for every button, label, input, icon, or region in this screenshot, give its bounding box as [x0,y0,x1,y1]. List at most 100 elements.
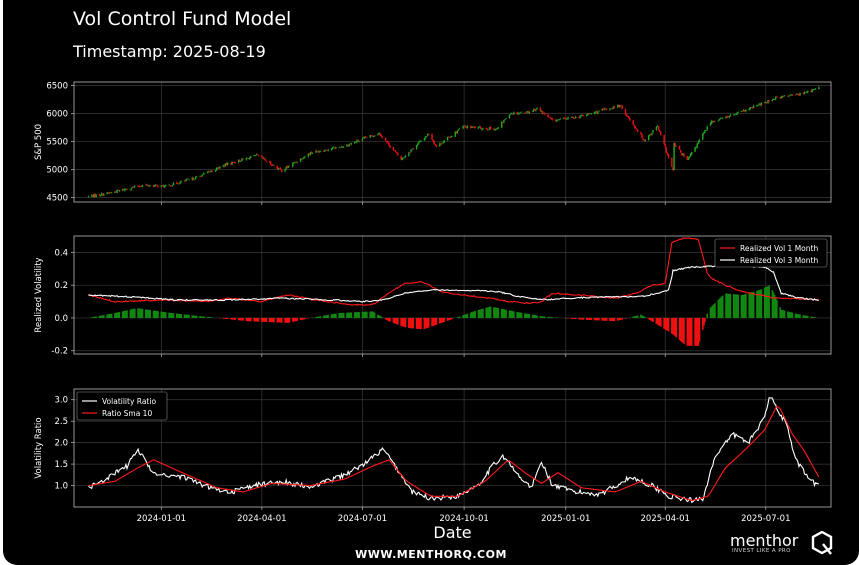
candle-body [705,130,707,131]
vol-diff-bar [296,317,299,321]
candle-body [776,96,778,98]
vol-diff-bar [714,303,716,318]
legend: Volatility Ratio Ratio Sma 10 [76,391,168,421]
y-tick-label: 1.5 [54,460,68,470]
candlestick [702,133,704,141]
candlestick [678,145,681,150]
candlestick [194,175,197,180]
candle-body [153,185,156,187]
candlestick [503,119,505,124]
candle-body [664,143,666,148]
candlestick [474,126,476,129]
y-tick-label: 5500 [46,137,68,147]
candle-body [728,115,731,118]
candle-body [494,129,496,131]
y-tick-label: -0.2 [51,347,68,357]
candlestick [575,115,577,119]
candle-body [441,143,443,145]
candle-body [771,99,774,102]
candlestick [752,104,755,109]
candle-body [531,111,534,112]
legend-entry: Ratio Sma 10 [102,409,152,418]
candlestick [520,111,523,113]
candle-body [168,184,170,186]
candlestick [673,142,675,171]
candle-body [208,171,210,172]
candle-body [513,112,515,115]
candle-body [270,161,272,165]
vol-diff-bar [474,311,476,318]
candle-body [582,115,585,117]
candlestick [671,157,673,167]
candle-body [130,188,133,190]
candle-body [539,107,542,112]
candlestick [619,104,621,109]
candlestick [497,126,500,129]
candle-body [640,132,642,135]
candle-body [257,154,260,156]
candle-body [193,179,196,181]
vol-diff-bar [698,317,701,342]
candle-body [292,162,294,167]
vol-diff-bar [721,295,724,318]
candle-body [209,171,211,173]
candle-body [433,141,435,145]
vol-diff-bar [613,317,616,322]
candle-body [519,112,522,114]
candle-body [794,94,797,96]
candle-body [87,196,90,197]
candle-body [370,135,372,136]
candle-body [629,117,631,121]
candle-body [172,182,175,186]
candle-body [655,127,658,130]
candle-body [194,177,197,180]
candle-body [525,113,527,114]
vol-diff-bar [342,312,345,318]
candle-body [312,152,314,154]
vol-diff-bar [133,308,136,318]
candlestick [157,185,159,188]
logo-tagline: INVEST LIKE A PRO [732,548,791,554]
candlestick [629,117,631,122]
candle-body [361,138,364,141]
candle-body [818,87,820,90]
candle-body [171,185,174,187]
vol-diff-bar [103,315,105,318]
candle-body [149,185,151,186]
candle-body [573,118,576,120]
vol-diff-bar [536,315,538,318]
candle-body [651,132,653,135]
candle-body [98,194,101,196]
candlestick [207,171,209,174]
vol-diff-bar [250,317,252,322]
vol-diff-bar [582,317,585,320]
candle-body [745,109,747,112]
candle-body [342,146,345,148]
candle-body [644,140,647,141]
vol-diff-bar [652,317,654,322]
candle-body [660,131,662,136]
candlestick [547,113,549,118]
candle-body [597,111,599,114]
candle-body [721,117,724,119]
candlestick [419,140,421,143]
candlestick [433,140,435,145]
candlestick [665,146,668,153]
vol-diff-bar [110,313,113,318]
candlestick [412,147,414,150]
candle-body [279,167,282,170]
y-tick-label: 3.0 [54,396,68,406]
candlestick [789,93,791,96]
candle-body [384,138,387,141]
vol-diff-bar [567,317,569,319]
candlestick [134,185,136,189]
candle-body [226,162,229,165]
candle-body [273,165,275,167]
candlestick [256,153,259,155]
candle-body [188,179,190,180]
candle-body [99,195,102,197]
candle-body [729,114,732,117]
candlestick [788,95,790,98]
candlestick [456,129,459,134]
candle-body [387,141,389,143]
